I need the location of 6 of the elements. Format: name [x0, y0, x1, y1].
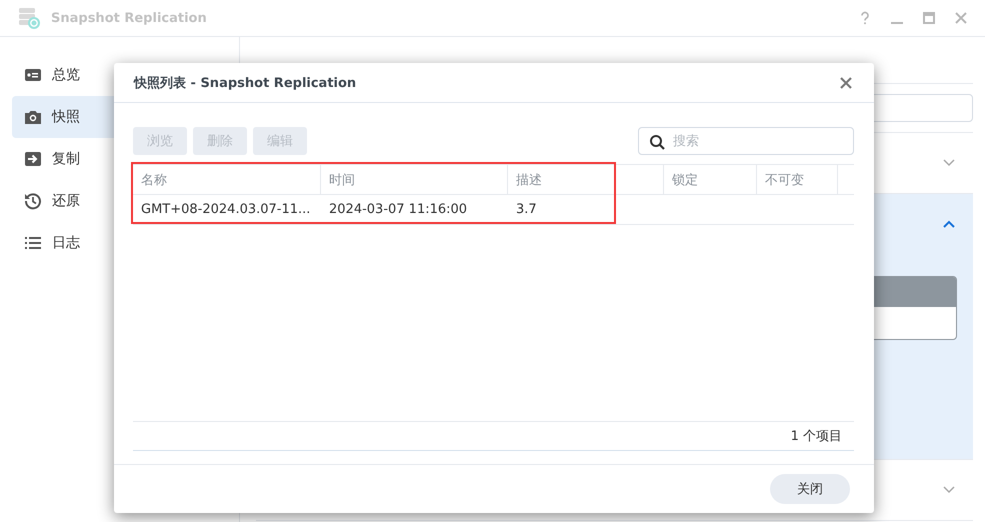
- window-title: Snapshot Replication: [51, 10, 207, 26]
- table-cell-text: 3.7: [515, 201, 538, 219]
- item-count: 1 个项目: [790, 428, 842, 445]
- dialog-title: 快照列表 - Snapshot Replication: [134, 74, 356, 92]
- table-cell-text: 2024-03-07 11:16:00: [328, 201, 468, 219]
- table-cell-text: GMT+08-2024.03.07-11...: [140, 201, 312, 219]
